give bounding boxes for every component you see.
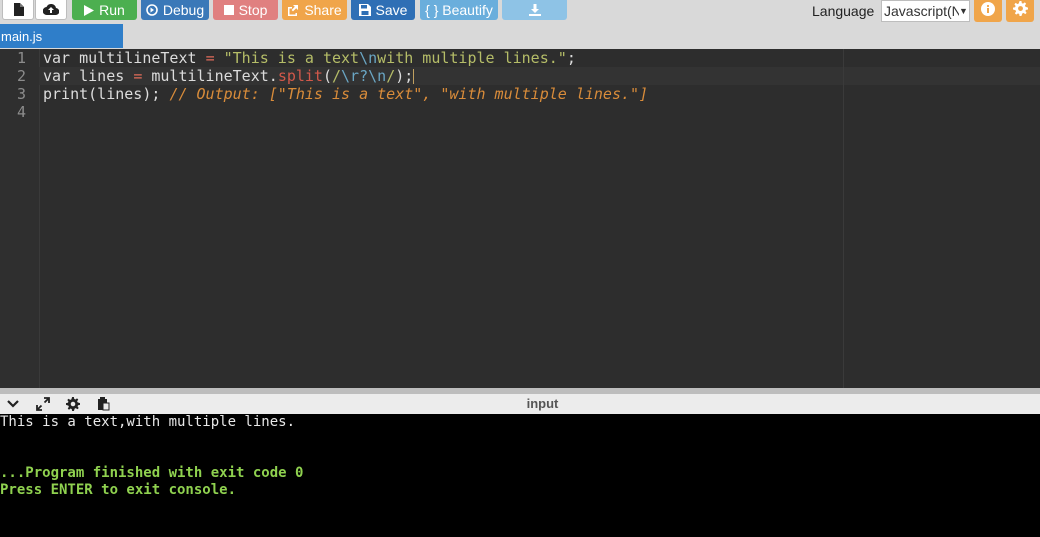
share-button[interactable]: Share xyxy=(282,0,347,20)
info-icon xyxy=(981,1,995,21)
code-line: var lines = multilineText.split(/\r?\n/)… xyxy=(43,67,415,85)
save-icon xyxy=(358,4,371,16)
file-tab-bar xyxy=(0,24,1040,49)
language-select[interactable]: Javascript(N ▼ xyxy=(881,0,970,22)
upload-button[interactable] xyxy=(35,0,67,20)
tab-label: main.js xyxy=(1,28,43,44)
console-line: Press ENTER to exit console. xyxy=(0,482,237,498)
file-icon xyxy=(13,3,24,16)
stop-icon xyxy=(223,5,234,15)
code-editor[interactable]: 1 2 3 4 var multilineText = "This is a t… xyxy=(0,49,1040,388)
save-button-label: Save xyxy=(375,2,408,18)
text-cursor xyxy=(413,69,415,84)
language-select-value: Javascript(N xyxy=(884,3,959,19)
chevron-down-icon: ▼ xyxy=(959,6,968,16)
stop-button-label: Stop xyxy=(238,2,268,18)
share-icon xyxy=(287,4,299,16)
play-icon xyxy=(84,4,95,16)
download-button[interactable] xyxy=(502,0,567,20)
share-button-label: Share xyxy=(304,2,342,18)
line-number: 4 xyxy=(16,103,26,121)
gear-icon xyxy=(1012,1,1028,21)
console-header: input xyxy=(0,394,1040,414)
run-button-label: Run xyxy=(99,2,125,18)
beautify-button-label: { } Beautify xyxy=(425,2,493,18)
console-title: input xyxy=(526,396,559,411)
cloud-upload-icon xyxy=(43,3,59,16)
code-line: var multilineText = "This is a text\nwit… xyxy=(43,49,576,67)
download-icon xyxy=(528,4,541,16)
code-line: print(lines); // Output: ["This is a tex… xyxy=(43,85,649,103)
info-button[interactable] xyxy=(974,0,1002,22)
console-output[interactable]: This is a text,with multiple lines. ...P… xyxy=(0,414,1040,537)
save-button[interactable]: Save xyxy=(351,0,415,20)
tab-main-js[interactable]: main.js xyxy=(0,24,123,48)
console-line: ...Program finished with exit code 0 xyxy=(0,465,304,481)
line-number: 1 xyxy=(16,49,26,67)
settings-button[interactable] xyxy=(1006,0,1034,22)
language-label: Language xyxy=(812,3,875,19)
toolbar: Run Debug Stop Share Save { } Beautify L… xyxy=(0,0,1040,24)
new-file-button[interactable] xyxy=(2,0,34,20)
debug-button[interactable]: Debug xyxy=(141,0,209,20)
line-number: 2 xyxy=(16,67,26,85)
stop-button[interactable]: Stop xyxy=(213,0,278,20)
debug-button-label: Debug xyxy=(162,2,205,18)
beautify-button[interactable]: { } Beautify xyxy=(420,0,498,20)
console-line: This is a text,with multiple lines. xyxy=(0,414,296,430)
print-margin xyxy=(843,49,844,388)
run-button[interactable]: Run xyxy=(72,0,137,20)
debug-icon xyxy=(146,4,158,16)
line-number: 3 xyxy=(16,85,26,103)
